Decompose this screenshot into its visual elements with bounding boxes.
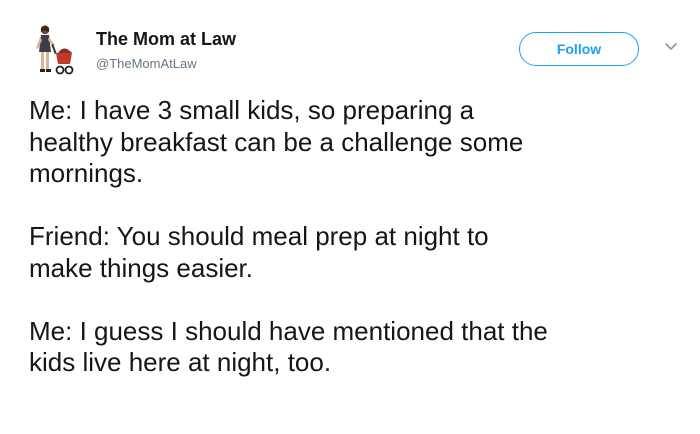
tweet-line: Me: I guess I should have mentioned that… [29, 315, 548, 346]
follow-button-label: Follow [556, 41, 602, 57]
tweet-paragraph: Me: I guess I should have mentioned that… [29, 316, 689, 379]
tweet-line: make things easier. [29, 252, 254, 283]
tweet-header: The Mom at Law @TheMomAtLaw Follow [30, 22, 685, 82]
tweet-paragraph: Me: I have 3 small kids, so preparing a … [29, 95, 689, 190]
tweet-text: Me: I have 3 small kids, so preparing a … [29, 95, 689, 379]
tweet-card: The Mom at Law @TheMomAtLaw Follow Me: I… [0, 0, 700, 434]
tweet-line: mornings. [29, 158, 144, 188]
tweet-line: Me: I have 3 small kids, so preparing a [29, 95, 475, 125]
avatar[interactable] [30, 22, 80, 78]
mother-with-stroller-icon [30, 22, 80, 78]
user-names: The Mom at Law @TheMomAtLaw [96, 28, 236, 73]
tweet-line: Friend: You should meal prep at night to [29, 221, 489, 251]
follow-button[interactable]: Follow [519, 32, 639, 66]
tweet-paragraph: Friend: You should meal prep at night to… [29, 221, 689, 284]
chevron-down-icon[interactable] [660, 36, 682, 58]
tweet-line: kids live here at night, too. [29, 347, 332, 377]
display-name[interactable]: The Mom at Law [96, 28, 236, 50]
tweet-line: healthy breakfast can be a challenge som… [29, 126, 524, 157]
user-handle[interactable]: @TheMomAtLaw [96, 55, 236, 73]
